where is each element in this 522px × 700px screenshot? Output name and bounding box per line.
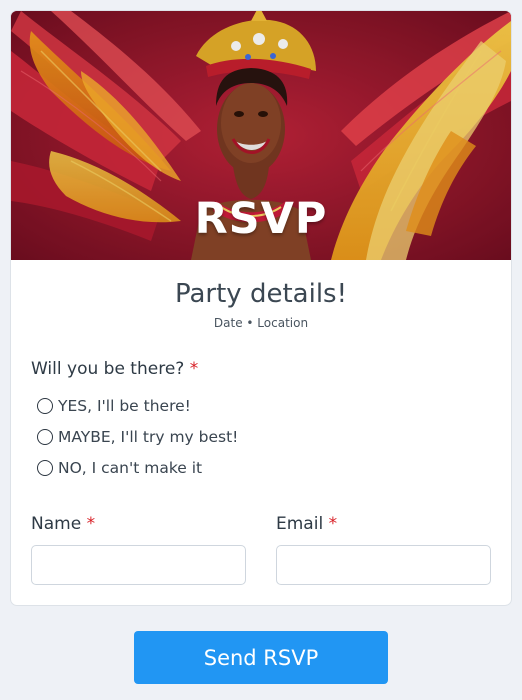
option-maybe[interactable]: MAYBE, I'll try my best! [37,428,238,446]
rsvp-form-card: RSVP Party details! Date • Location Will… [10,10,512,606]
attendance-question: Will you be there? * [31,359,198,379]
radio-button-no[interactable] [37,460,53,476]
option-no-label: NO, I can't make it [58,459,203,477]
email-label-text: Email [276,514,324,534]
email-label: Email * [276,514,337,534]
name-label-text: Name [31,514,82,534]
attendance-question-text: Will you be there? [31,359,185,379]
name-required-mark: * [86,514,96,534]
option-no[interactable]: NO, I can't make it [37,459,202,477]
event-title: Party details! [174,279,348,309]
event-subtitle: Date • Location [213,316,309,330]
option-yes[interactable]: YES, I'll be there! [37,397,191,415]
hero-title: RSVP [194,194,328,244]
email-input[interactable] [276,545,491,585]
email-required-mark: * [328,514,338,534]
name-input[interactable] [31,545,246,585]
radio-button-yes[interactable] [37,398,53,414]
option-maybe-label: MAYBE, I'll try my best! [58,428,239,446]
required-mark: * [189,359,199,379]
option-yes-label: YES, I'll be there! [58,397,191,415]
hero-banner: RSVP [11,11,511,260]
send-rsvp-button[interactable]: Send RSVP [134,631,388,684]
name-label: Name * [31,514,95,534]
radio-button-maybe[interactable] [37,429,53,445]
